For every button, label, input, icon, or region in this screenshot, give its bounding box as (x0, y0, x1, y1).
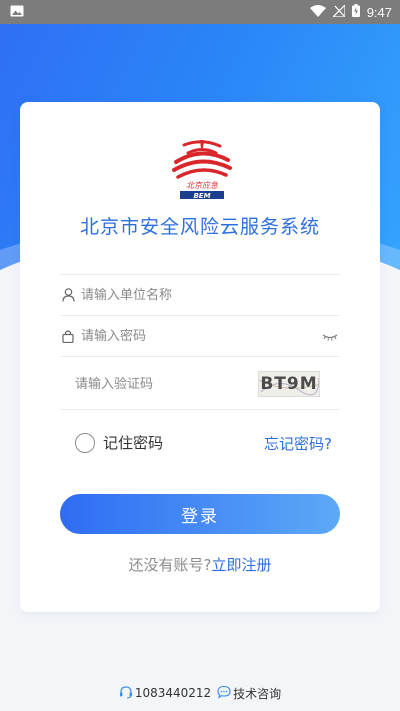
headset-icon (119, 685, 133, 702)
logo-text: 北京应急 (186, 181, 218, 190)
remember-password-label: 记住密码 (103, 434, 164, 452)
unit-name-field (60, 275, 340, 315)
divider (60, 356, 340, 357)
register-link[interactable]: 立即注册 (211, 556, 271, 574)
password-input[interactable] (81, 321, 320, 351)
forgot-password-link[interactable]: 忘记密码? (264, 433, 332, 454)
password-field (60, 316, 340, 356)
status-time: 9:47 (366, 4, 392, 20)
image-notification-icon (10, 5, 24, 20)
logo-subtext: BEM (193, 192, 210, 200)
login-card: 北京应急 BEM 北京市安全风险云服务系统 BT9M (20, 102, 380, 612)
remember-password-radio[interactable] (75, 432, 95, 453)
register-prompt: 还没有账号? (128, 556, 212, 574)
lock-icon (60, 328, 76, 344)
hotline[interactable]: 1083440212 (119, 685, 211, 702)
user-icon (60, 287, 76, 303)
app-title: 北京市安全风险云服务系统 (79, 216, 320, 238)
bem-logo: 北京应急 BEM (170, 140, 234, 200)
divider (60, 409, 340, 410)
login-button[interactable]: 登录 (60, 494, 340, 534)
hotline-number: 1083440212 (134, 686, 212, 700)
captcha-image[interactable]: BT9M (258, 371, 320, 397)
wifi-icon (309, 4, 326, 20)
captcha-input[interactable] (75, 369, 258, 399)
signal-off-icon (331, 3, 346, 20)
unit-name-input[interactable] (81, 280, 340, 310)
chat-bubble-icon (217, 685, 231, 702)
register-row: 还没有账号?立即注册 (20, 554, 380, 575)
remember-password-option[interactable]: 记住密码 (75, 432, 163, 453)
tech-consult-label: 技术咨询 (233, 686, 282, 701)
tech-consult[interactable]: 技术咨询 (217, 685, 281, 702)
status-bar: 9:47 (0, 0, 400, 24)
footer: 1083440212 技术咨询 (0, 683, 400, 703)
captcha-field: BT9M (75, 364, 320, 404)
battery-charging-icon (351, 4, 360, 20)
eye-closed-icon[interactable] (320, 327, 340, 346)
captcha-text: BT9M (260, 374, 318, 394)
